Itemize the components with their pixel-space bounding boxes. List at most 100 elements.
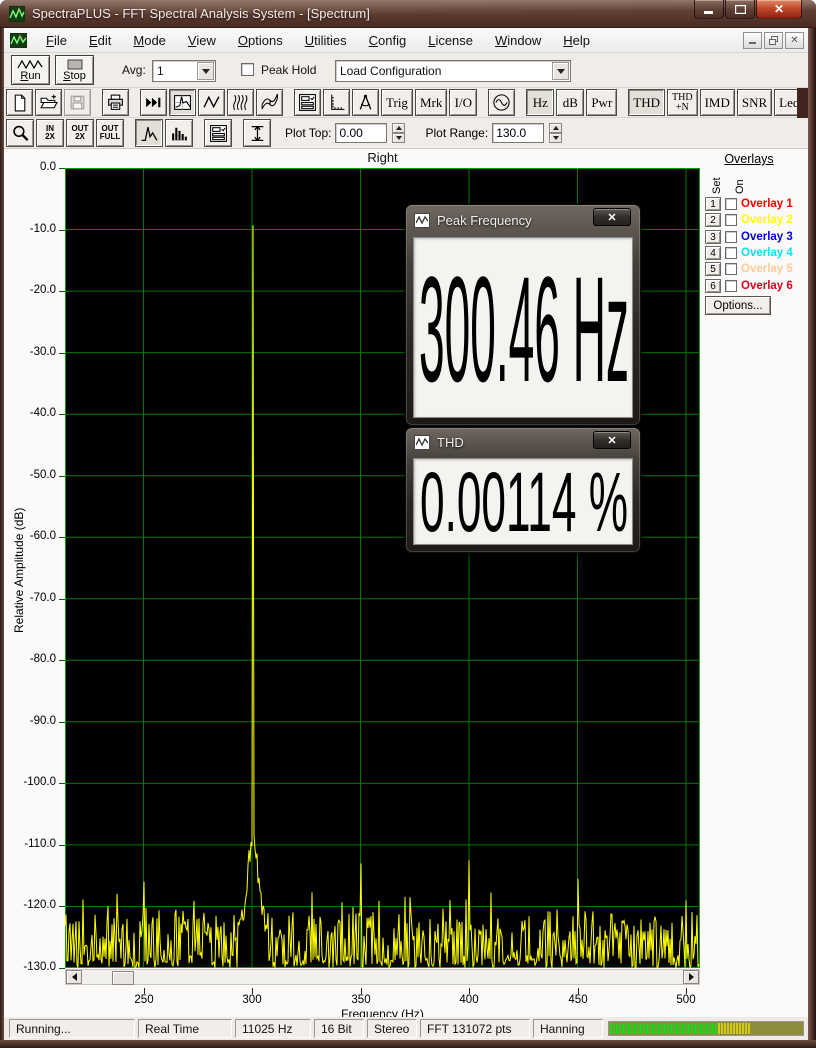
zoom-out-full-button[interactable]: OUT FULL: [96, 119, 124, 147]
frequency-readout-button[interactable]: Hz: [526, 89, 555, 116]
close-icon: ✕: [773, 2, 785, 16]
title-bar[interactable]: SpectraPLUS - FFT Spectral Analysis Syst…: [0, 0, 816, 28]
power-readout-button[interactable]: Pwr: [586, 89, 618, 116]
horizontal-scrollbar[interactable]: [65, 969, 700, 985]
surface-view-button[interactable]: [256, 89, 283, 116]
menu-window[interactable]: Window: [484, 30, 552, 51]
mdi-minimize-button[interactable]: [743, 31, 762, 49]
mdi-close-icon: ✕: [790, 34, 799, 46]
scaling-button[interactable]: [323, 89, 350, 116]
plot-top-input[interactable]: [335, 123, 388, 143]
display-options-button[interactable]: [294, 89, 321, 116]
avg-dropdown-icon[interactable]: [197, 62, 214, 80]
thd-n-button[interactable]: THD +N: [667, 89, 698, 116]
menu-options[interactable]: Options: [227, 30, 294, 51]
calibration-button[interactable]: [352, 89, 379, 116]
menu-mode[interactable]: Mode: [122, 30, 177, 51]
process-button[interactable]: [140, 89, 167, 116]
db-readout-button[interactable]: dB: [556, 89, 585, 116]
y-tick-label: -120.0: [23, 899, 56, 911]
plot-range-input[interactable]: [492, 123, 545, 143]
overlays-on-label: On: [734, 179, 746, 194]
save-floppy-icon: [70, 95, 85, 110]
new-file-button[interactable]: [6, 89, 33, 116]
save-file-button[interactable]: [64, 89, 91, 116]
menu-file[interactable]: File: [35, 30, 78, 51]
stop-button[interactable]: Stop: [55, 55, 94, 85]
menu-license[interactable]: License: [417, 30, 484, 51]
overlay-3-on-checkbox[interactable]: [725, 231, 737, 243]
overlay-2-on-checkbox[interactable]: [725, 214, 737, 226]
imd-button[interactable]: IMD: [699, 89, 735, 116]
overlay-2-set-button[interactable]: 2: [705, 213, 721, 227]
thd-window[interactable]: THD ✕ 0.00114 %: [405, 427, 641, 553]
thd-close-button[interactable]: ✕: [593, 431, 631, 449]
zoom-out-2x-button[interactable]: OUT 2X: [66, 119, 94, 147]
channel-title: Right: [367, 150, 398, 165]
configuration-select[interactable]: Load Configuration: [335, 60, 571, 82]
bar-plot-button[interactable]: [165, 119, 193, 147]
trigger-button[interactable]: Trig: [381, 89, 413, 116]
io-device-button[interactable]: I/O: [449, 89, 478, 116]
overlay-3-set-button[interactable]: 3: [705, 230, 721, 244]
peak-frequency-close-button[interactable]: ✕: [593, 208, 631, 226]
maximize-button[interactable]: [725, 0, 755, 19]
configuration-value: Load Configuration: [340, 64, 442, 78]
time-series-view-button[interactable]: [198, 89, 225, 116]
print-button[interactable]: [102, 89, 129, 116]
mdi-restore-button[interactable]: [764, 31, 783, 49]
window-frame-right: [808, 28, 816, 1048]
overlay-1-on-checkbox[interactable]: [725, 198, 737, 210]
x-tick-label: 400: [459, 994, 479, 1006]
spinner[interactable]: [392, 123, 406, 143]
scroll-right-button[interactable]: [683, 970, 699, 984]
overlay-4-on-checkbox[interactable]: [725, 247, 737, 259]
minimize-button[interactable]: [694, 0, 724, 19]
spectrogram-view-button[interactable]: [227, 89, 254, 116]
menu-edit[interactable]: Edit: [78, 30, 122, 51]
overlay-6-label: Overlay 6: [741, 280, 793, 292]
leq-button[interactable]: Leq: [774, 89, 797, 116]
overlay-5-on-checkbox[interactable]: [725, 263, 737, 275]
thd-button[interactable]: THD: [628, 89, 665, 116]
x-tick-label: 250: [134, 994, 154, 1006]
overlay-1-set-button[interactable]: 1: [705, 197, 721, 211]
spectrum-view-button[interactable]: [169, 89, 196, 116]
peak-frequency-titlebar[interactable]: Peak Frequency ✕: [406, 205, 640, 235]
markers-button[interactable]: Mrk: [414, 89, 448, 116]
fast-forward-icon: [146, 97, 161, 108]
zoom-in-2x-button[interactable]: IN 2X: [36, 119, 64, 147]
window-frame-left: [0, 28, 4, 1048]
open-file-button[interactable]: [35, 89, 62, 116]
mdi-close-button[interactable]: ✕: [785, 31, 804, 49]
overlays-options-button[interactable]: Options...: [705, 296, 771, 315]
peak-plot-button[interactable]: [135, 119, 163, 147]
peak-frequency-window[interactable]: Peak Frequency ✕ 300.46 Hz: [405, 204, 641, 426]
zoom-button[interactable]: [6, 119, 34, 147]
avg-select[interactable]: 1: [152, 60, 216, 82]
display-options-icon: [299, 94, 316, 111]
peak-hold-checkbox[interactable]: [241, 63, 254, 76]
configuration-dropdown-icon[interactable]: [552, 62, 569, 80]
run-button[interactable]: Run: [11, 55, 50, 85]
overlay-6-set-button[interactable]: 6: [705, 279, 721, 293]
menu-config[interactable]: Config: [358, 30, 418, 51]
menu-view[interactable]: View: [177, 30, 227, 51]
overlay-4-set-button[interactable]: 4: [705, 246, 721, 260]
spinner[interactable]: [549, 123, 563, 143]
menu-help[interactable]: Help: [552, 30, 601, 51]
overlay-6-on-checkbox[interactable]: [725, 280, 737, 292]
scroll-left-button[interactable]: [66, 970, 82, 984]
menu-utilities[interactable]: Utilities: [294, 30, 358, 51]
amplitude-range-button[interactable]: [243, 119, 271, 147]
snr-button[interactable]: SNR: [736, 89, 773, 116]
status-bit-depth: 16 Bit: [314, 1019, 364, 1038]
scrollbar-thumb[interactable]: [112, 971, 134, 985]
thd-titlebar[interactable]: THD ✕: [406, 428, 640, 456]
signal-generator-button[interactable]: [488, 89, 516, 116]
peak-line-icon: [141, 126, 157, 141]
close-button[interactable]: ✕: [756, 0, 802, 19]
plot-options-button[interactable]: [204, 119, 232, 147]
overlay-5-set-button[interactable]: 5: [705, 262, 721, 276]
generator-icon: [493, 94, 510, 111]
